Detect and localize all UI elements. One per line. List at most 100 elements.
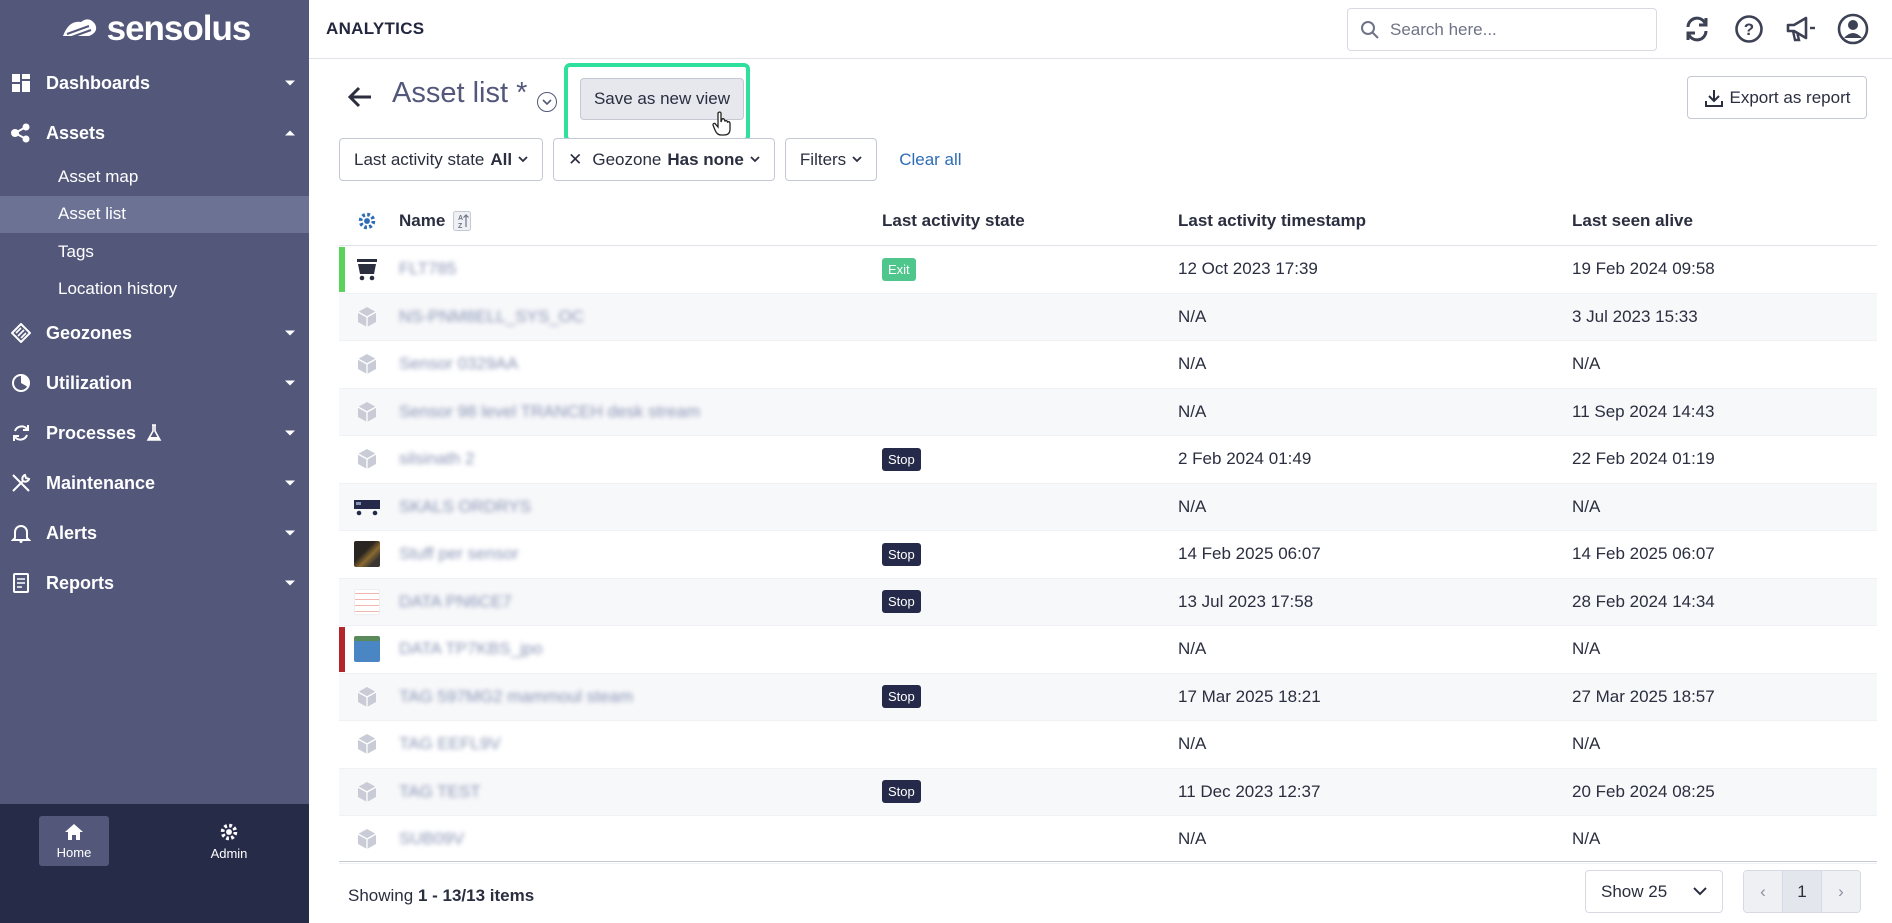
- last-seen-cell: 19 Feb 2024 09:58: [1572, 259, 1715, 279]
- sidebar-subitem-asset-map[interactable]: Asset map: [0, 158, 309, 196]
- sidebar-item-assets[interactable]: Assets: [0, 108, 309, 158]
- activity-state-cell: Stop: [882, 685, 1178, 709]
- sidebar-item-processes[interactable]: Processes: [0, 408, 309, 458]
- asset-type-icon: [339, 352, 389, 376]
- prev-page-button[interactable]: ‹: [1744, 871, 1782, 912]
- sidebar-item-label: Dashboards: [46, 72, 151, 93]
- caret-down-icon: [285, 430, 295, 436]
- asset-type-icon: [339, 541, 389, 568]
- gear-icon: [220, 823, 238, 841]
- sidebar-item-alerts[interactable]: Alerts: [0, 508, 309, 558]
- sensolus-logo[interactable]: sensolus: [0, 0, 309, 58]
- column-last-activity-timestamp[interactable]: Last activity timestamp: [1178, 211, 1572, 231]
- admin-button[interactable]: Admin: [194, 816, 264, 866]
- asset-name[interactable]: Stuff per sensor: [399, 544, 519, 564]
- refresh-icon[interactable]: [1680, 12, 1714, 46]
- sidebar-subitem-asset-list[interactable]: Asset list: [0, 195, 309, 233]
- remove-filter-icon[interactable]: ✕: [568, 150, 582, 170]
- search-input[interactable]: [1390, 19, 1640, 40]
- timestamp-cell: 14 Feb 2025 06:07: [1178, 544, 1321, 564]
- last-seen-cell: 27 Mar 2025 18:57: [1572, 686, 1715, 706]
- help-icon[interactable]: ?: [1732, 12, 1766, 46]
- user-account-icon[interactable]: [1836, 12, 1870, 46]
- table-row[interactable]: SKALS ORDRYS N/A N/A: [339, 483, 1877, 531]
- column-last-seen-alive[interactable]: Last seen alive: [1572, 211, 1877, 231]
- bell-icon: [10, 522, 32, 544]
- export-report-button[interactable]: Export as report: [1687, 76, 1867, 119]
- home-label: Home: [56, 845, 92, 860]
- last-seen-cell: N/A: [1572, 354, 1601, 374]
- sort-az-icon[interactable]: AZ: [453, 210, 472, 231]
- table-footer-divider: [339, 861, 1877, 862]
- state-badge: Stop: [882, 590, 921, 614]
- timestamp-cell: N/A: [1178, 734, 1207, 754]
- assets-icon: [10, 122, 32, 144]
- next-page-button[interactable]: ›: [1822, 871, 1860, 912]
- asset-type-icon: [339, 447, 389, 471]
- timestamp-cell: 12 Oct 2023 17:39: [1178, 259, 1318, 279]
- column-name[interactable]: Name AZ: [389, 210, 882, 231]
- page-size-label: Show 25: [1601, 881, 1668, 901]
- asset-type-icon: [339, 400, 389, 424]
- home-button[interactable]: Home: [39, 816, 109, 866]
- table-row[interactable]: TAG TEST Stop 11 Dec 2023 12:37 20 Feb 2024…: [339, 768, 1877, 816]
- status-bar: [339, 627, 345, 672]
- asset-name[interactable]: SKALS ORDRYS: [399, 497, 531, 517]
- activity-state-filter[interactable]: Last activity state All: [339, 138, 544, 181]
- showing-range: 1 - 13/13 items: [417, 886, 535, 905]
- sidebar-item-label: Maintenance: [46, 472, 156, 493]
- search-box[interactable]: [1347, 8, 1657, 51]
- table-row[interactable]: DATA TP7KBS_jpo N/A N/A: [339, 626, 1877, 674]
- geozone-filter-value: Has none: [667, 149, 744, 169]
- last-seen-cell: N/A: [1572, 829, 1601, 849]
- table-row[interactable]: Stuff per sensor Stop 14 Feb 2025 06:07 14 …: [339, 531, 1877, 579]
- brand-name: sensolus: [106, 9, 252, 48]
- table-row[interactable]: Sensor 0329AA N/A N/A: [339, 341, 1877, 389]
- sidebar-subitem-tags[interactable]: Tags: [0, 233, 309, 271]
- asset-name[interactable]: TAG 597MG2 mammoul steam: [399, 687, 633, 707]
- column-settings-gear-icon[interactable]: [339, 210, 389, 232]
- table-row[interactable]: DATA PN6CE7 Stop 13 Jul 2023 17:58 28 Feb 2…: [339, 578, 1877, 626]
- page-size-select[interactable]: Show 25: [1585, 870, 1723, 913]
- more-filters-button[interactable]: Filters: [784, 138, 878, 181]
- asset-name[interactable]: TAG TEST: [399, 782, 481, 802]
- asset-type-icon: [339, 305, 389, 329]
- table-row[interactable]: TAG EEFL9V N/A N/A: [339, 721, 1877, 769]
- sidebar-item-geozones[interactable]: Geozones: [0, 308, 309, 358]
- asset-name[interactable]: silsinath 2: [399, 449, 475, 469]
- table-row[interactable]: TAG 597MG2 mammoul steam Stop 17 Mar 2025 …: [339, 673, 1877, 721]
- caret-up-icon: [285, 130, 295, 136]
- asset-name[interactable]: SUB09V: [399, 829, 464, 849]
- column-last-activity-state[interactable]: Last activity state: [882, 211, 1178, 231]
- sidebar-subitem-location-history[interactable]: Location history: [0, 271, 309, 309]
- announcement-icon[interactable]: [1784, 12, 1818, 46]
- table-row[interactable]: NS-PNM8ELL_SYS_OC N/A 3 Jul 2023 15:33: [339, 293, 1877, 341]
- svg-text:?: ?: [1744, 20, 1754, 39]
- chevron-down-icon: [852, 156, 862, 163]
- caret-down-icon: [285, 380, 295, 386]
- asset-name[interactable]: DATA TP7KBS_jpo: [399, 639, 543, 659]
- reports-icon: [10, 572, 32, 594]
- asset-name[interactable]: TAG EEFL9V: [399, 734, 501, 754]
- table-row[interactable]: silsinath 2 Stop 2 Feb 2024 01:49 22 Feb 20…: [339, 436, 1877, 484]
- asset-name[interactable]: NS-PNM8ELL_SYS_OC: [399, 307, 584, 327]
- sidebar-item-maintenance[interactable]: Maintenance: [0, 458, 309, 508]
- current-page-button[interactable]: 1: [1782, 871, 1822, 912]
- asset-name[interactable]: FLT785: [399, 259, 456, 279]
- table-row[interactable]: Sensor 98 level TRANCEH desk stream N/A 11…: [339, 388, 1877, 436]
- table-row[interactable]: SUB09V N/A N/A: [339, 816, 1877, 864]
- view-dropdown-icon[interactable]: [537, 92, 557, 112]
- geozone-filter[interactable]: ✕ Geozone Has none: [553, 138, 775, 181]
- column-name-label: Name: [399, 210, 446, 230]
- last-seen-cell: 28 Feb 2024 14:34: [1572, 591, 1715, 611]
- asset-type-icon: [339, 588, 389, 615]
- clear-all-link[interactable]: Clear all: [899, 150, 961, 170]
- sidebar-item-dashboards[interactable]: Dashboards: [0, 58, 309, 108]
- sidebar-item-reports[interactable]: Reports: [0, 558, 309, 608]
- asset-name[interactable]: Sensor 98 level TRANCEH desk stream: [399, 402, 700, 422]
- sidebar-item-utilization[interactable]: Utilization: [0, 358, 309, 408]
- back-arrow-icon[interactable]: [347, 86, 373, 113]
- asset-name[interactable]: Sensor 0329AA: [399, 354, 518, 374]
- table-row[interactable]: FLT785 Exit 12 Oct 2023 17:39 19 Feb 2024 0…: [339, 246, 1877, 294]
- asset-name[interactable]: DATA PN6CE7: [399, 592, 512, 612]
